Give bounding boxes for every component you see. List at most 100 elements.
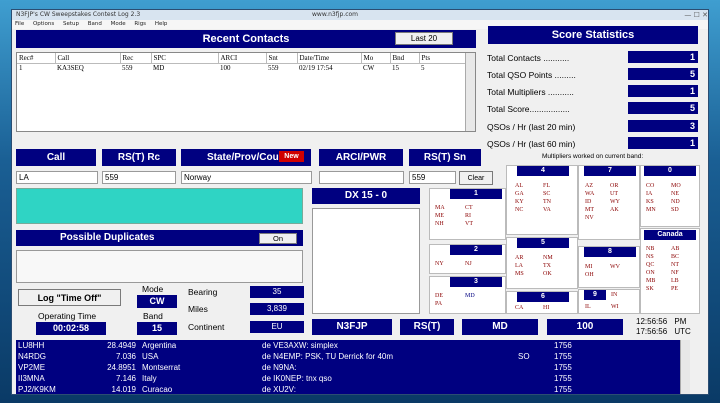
mult-lb: LB [671,278,679,284]
operator-call: N3FJP [312,319,392,335]
district-9-box: 9 IN IL WI [578,289,640,314]
spot-country: Argentina [142,341,177,350]
mult-ri: RI [465,213,471,219]
col-arci[interactable]: ARCI [218,53,267,64]
cell-band: 15 [392,64,399,73]
rst-sn-input[interactable]: 559 [409,171,456,184]
clock-utc: 17:56:56 UTC [636,327,691,336]
spot-flag [516,373,552,384]
table-row[interactable]: VP2ME 24.8951 Montserrat de N9NA: 1755 [16,362,690,373]
bearing-value: 35 [250,286,304,298]
district-3-label: 3 [450,277,502,287]
mult-qc: QC [646,262,655,268]
district-2-label: 2 [450,245,502,255]
table-row[interactable]: II3MNA 7.146 Italy de IK0NEP: tnx qso 17… [16,373,690,384]
district-3-box: 3 DE MD PA [429,276,506,314]
operating-time-value: 00:02:58 [36,322,106,335]
district-0-list: CO MO IA NE KS ND MN SD [646,183,696,213]
rst-sn-label: RS(T) Sn [409,149,481,166]
mode-value[interactable]: CW [137,295,177,308]
menu-band[interactable]: Band [88,21,102,27]
new-badge: New [279,151,304,162]
title-bar: N3FJP's CW Sweepstakes Contest Log 2.3 w… [12,10,708,20]
district-0-label: 0 [644,166,696,176]
call-input[interactable]: LA [16,171,98,184]
arci-input[interactable] [319,171,404,184]
mult-wa: WA [585,191,595,197]
spot-call: VP2ME [18,363,46,372]
col-call[interactable]: Call [55,53,121,64]
desktop-frame: N3FJP's CW Sweepstakes Contest Log 2.3 w… [0,0,720,403]
col-band[interactable]: Bnd [390,53,420,64]
clear-button[interactable]: Clear [459,171,493,185]
menu-file[interactable]: File [15,21,24,27]
spot-flag: SO [518,352,530,361]
district-7-label: 7 [584,166,636,176]
window-controls[interactable]: — ☐ ✕ [684,10,708,20]
table-row[interactable]: 1 KA3SEQ 559 MD 100 559 02/19 17:54 CW 1… [17,63,475,73]
cell-mode: CW [363,64,375,73]
call-label: Call [16,149,96,166]
district-4-label: 4 [517,166,569,176]
stat-qso-points-label: Total QSO Points ......... [487,70,576,80]
table-header-row: Rec# Call Rec SPC ARCI Snt Date/Time Mo … [17,53,475,64]
spot-flag [516,384,552,394]
band-value[interactable]: 15 [137,322,177,335]
spot-comment: de VE3AXW: simplex [262,341,338,350]
menu-options[interactable]: Options [33,21,54,27]
col-spc[interactable]: SPC [151,53,219,64]
stat-total-contacts-label: Total Contacts ........... [487,53,570,63]
mult-md: MD [465,293,475,299]
mult-sc: SC [543,191,551,197]
score-stats-panel: Total Contacts ........... 1 Total QSO P… [487,51,699,151]
spc-label-text: State/Prov/Cou [207,152,279,163]
power-status: 100 [547,319,623,335]
col-snt[interactable]: Snt [266,53,298,64]
cell-rec: 559 [122,64,133,73]
spot-time: 1755 [554,374,572,383]
window-title: N3FJP's CW Sweepstakes Contest Log 2.3 [16,11,141,18]
rst-rc-input[interactable]: 559 [102,171,176,184]
col-mode[interactable]: Mo [361,53,391,64]
district-5-box: 5 AR NM LA TX MS OK [506,237,578,289]
mult-ok: OK [543,271,552,277]
mult-tn: TN [543,199,551,205]
section-status: MD [462,319,538,335]
menu-setup[interactable]: Setup [63,21,79,27]
mult-co: CO [646,183,655,189]
log-time-off-button[interactable]: Log "Time Off" [18,289,121,306]
mult-pe: PE [671,286,679,292]
menu-help[interactable]: Help [155,21,168,27]
mult-al: AL [515,183,523,189]
col-rec[interactable]: Rec [120,53,152,64]
mult-ar: AR [515,255,524,261]
mult-la: LA [515,263,523,269]
col-datetime[interactable]: Date/Time [297,53,362,64]
mult-ut: UT [610,191,618,197]
duplicates-toggle[interactable]: On [259,233,297,244]
mult-sk: SK [646,286,654,292]
district-6-list: CA HI [515,305,571,311]
col-rec-num[interactable]: Rec# [17,53,56,64]
menu-rigs[interactable]: Rigs [134,21,146,27]
spot-call: N4RDG [18,352,47,361]
arci-label: ARCI/PWR [319,149,403,166]
mult-ga: GA [515,191,524,197]
table-scrollbar[interactable] [465,53,475,131]
mult-mt: MT [585,207,594,213]
stat-total-score-value: 5 [628,102,698,114]
mult-de: DE [435,293,443,299]
menu-mode[interactable]: Mode [111,21,126,27]
spots-scrollbar[interactable] [680,340,690,394]
table-row[interactable]: LU8HH 28.4949 Argentina de VE3AXW: simpl… [16,340,690,351]
table-row[interactable]: N4RDG 7.036 USA de N4EMP: PSK, TU Derric… [16,351,690,362]
score-stats-header: Score Statistics [488,26,698,44]
spc-input[interactable]: Norway [181,171,312,184]
mult-ne: NE [671,191,679,197]
mult-mi: MI [585,264,593,270]
mult-oh: OH [585,272,594,278]
table-row[interactable]: PJ2/K9KM 14.019 Curacao de XU2V: 1755 [16,384,690,394]
mult-mb: MB [646,278,656,284]
last-20-button[interactable]: Last 20 [395,32,453,45]
district-5-label: 5 [517,238,569,248]
